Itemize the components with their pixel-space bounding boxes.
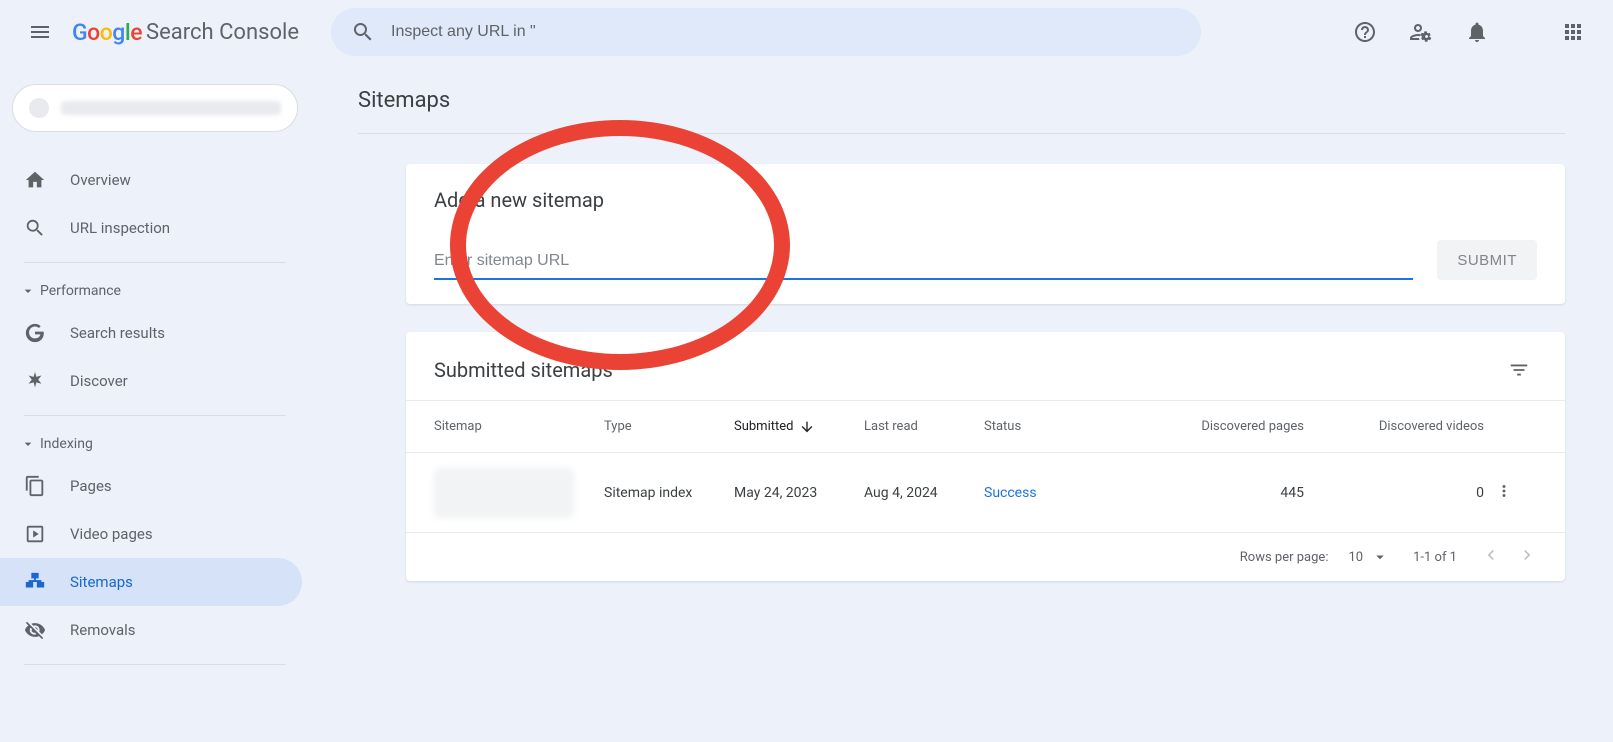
nav-label: Pages xyxy=(70,477,112,495)
chevron-down-icon xyxy=(20,283,36,299)
sitemap-url-input[interactable] xyxy=(434,244,1413,280)
prev-page-button[interactable] xyxy=(1481,545,1501,569)
add-sitemap-title: Add a new sitemap xyxy=(434,188,1537,212)
url-inspect-input[interactable] xyxy=(391,23,1181,41)
col-header-submitted[interactable]: Submitted xyxy=(734,419,864,435)
nav-pages[interactable]: Pages xyxy=(0,462,302,510)
sitemap-icon xyxy=(24,571,46,593)
menu-icon xyxy=(28,20,52,44)
sitemap-url-redacted xyxy=(434,468,574,518)
nav-search-results[interactable]: Search results xyxy=(0,309,302,357)
chevron-right-icon xyxy=(1517,545,1537,565)
bell-icon xyxy=(1465,20,1489,44)
nav-overview[interactable]: Overview xyxy=(0,156,302,204)
section-label: Indexing xyxy=(40,436,93,452)
nav-label: URL inspection xyxy=(70,219,170,237)
table-title: Submitted sitemaps xyxy=(434,358,613,382)
divider xyxy=(24,262,286,263)
nav-video-pages[interactable]: Video pages xyxy=(0,510,302,558)
help-button[interactable] xyxy=(1341,8,1389,56)
filter-icon xyxy=(1508,359,1530,381)
more-vert-icon xyxy=(1495,482,1513,500)
pagination-range: 1-1 of 1 xyxy=(1413,550,1457,565)
hamburger-menu-button[interactable] xyxy=(16,8,64,56)
nav-url-inspection[interactable]: URL inspection xyxy=(0,204,302,252)
nav-section-indexing[interactable]: Indexing xyxy=(0,426,310,462)
video-icon xyxy=(24,523,46,545)
chevron-down-icon[interactable] xyxy=(1371,548,1389,566)
cell-lastread: Aug 4, 2024 xyxy=(864,485,984,501)
nav-label: Sitemaps xyxy=(70,573,133,591)
user-settings-button[interactable] xyxy=(1397,8,1445,56)
cell-submitted: May 24, 2023 xyxy=(734,485,864,501)
search-icon xyxy=(24,217,46,239)
property-name-redacted xyxy=(61,101,281,115)
divider xyxy=(24,415,286,416)
visibility-off-icon xyxy=(24,619,46,641)
sidebar: Overview URL inspection Performance Sear… xyxy=(0,64,310,675)
property-favicon xyxy=(29,98,49,118)
main-content: Sitemaps Add a new sitemap SUBMIT Submit… xyxy=(310,64,1613,675)
arrow-down-icon xyxy=(799,419,815,435)
nav-label: Video pages xyxy=(70,525,153,543)
rows-per-page-label: Rows per page: xyxy=(1240,550,1329,565)
help-icon xyxy=(1353,20,1377,44)
nav-label: Removals xyxy=(70,621,136,639)
google-logo: Google xyxy=(72,19,142,46)
submit-sitemap-button[interactable]: SUBMIT xyxy=(1437,240,1537,280)
next-page-button[interactable] xyxy=(1517,545,1537,569)
col-header-type[interactable]: Type xyxy=(604,419,734,434)
pages-icon xyxy=(24,475,46,497)
search-icon xyxy=(351,20,375,44)
col-header-sitemap[interactable]: Sitemap xyxy=(434,419,604,434)
notifications-button[interactable] xyxy=(1453,8,1501,56)
divider xyxy=(24,664,286,665)
apps-grid-icon xyxy=(1561,20,1585,44)
submitted-sitemaps-card: Submitted sitemaps Sitemap Type Submitte… xyxy=(406,332,1565,581)
cell-disc-pages: 445 xyxy=(1124,485,1304,501)
cell-disc-videos: 0 xyxy=(1304,485,1484,501)
google-g-icon xyxy=(24,322,46,344)
nav-label: Search results xyxy=(70,324,165,342)
asterisk-icon xyxy=(24,370,46,392)
page-title: Sitemaps xyxy=(358,88,1565,113)
table-row[interactable]: Sitemap index May 24, 2023 Aug 4, 2024 S… xyxy=(406,452,1565,532)
apps-button[interactable] xyxy=(1549,8,1597,56)
section-label: Performance xyxy=(40,283,121,299)
nav-removals[interactable]: Removals xyxy=(0,606,302,654)
chevron-left-icon xyxy=(1481,545,1501,565)
property-selector[interactable] xyxy=(12,84,298,132)
add-sitemap-card: Add a new sitemap SUBMIT xyxy=(406,164,1565,304)
nav-sitemaps[interactable]: Sitemaps xyxy=(0,558,302,606)
table-header-row: Sitemap Type Submitted Last read Status … xyxy=(406,400,1565,452)
app-header: Google Search Console xyxy=(0,0,1613,64)
table-footer: Rows per page: 10 1-1 of 1 xyxy=(406,532,1565,581)
nav-section-performance[interactable]: Performance xyxy=(0,273,310,309)
col-header-status[interactable]: Status xyxy=(984,419,1124,434)
home-icon xyxy=(24,169,46,191)
brand-text: Search Console xyxy=(146,20,299,45)
col-header-submitted-label: Submitted xyxy=(734,419,793,434)
row-more-button[interactable] xyxy=(1484,482,1524,504)
col-header-lastread[interactable]: Last read xyxy=(864,419,984,434)
cell-type: Sitemap index xyxy=(604,485,734,501)
url-inspect-search[interactable] xyxy=(331,8,1201,56)
nav-label: Discover xyxy=(70,372,128,390)
nav-discover[interactable]: Discover xyxy=(0,357,302,405)
user-settings-icon xyxy=(1409,20,1433,44)
cell-status[interactable]: Success xyxy=(984,485,1124,501)
col-header-disc-pages[interactable]: Discovered pages xyxy=(1124,419,1304,434)
filter-button[interactable] xyxy=(1501,352,1537,388)
rows-per-page-value[interactable]: 10 xyxy=(1348,550,1363,565)
divider xyxy=(358,133,1565,134)
col-header-disc-videos[interactable]: Discovered videos xyxy=(1304,419,1484,434)
nav-label: Overview xyxy=(70,171,131,189)
brand[interactable]: Google Search Console xyxy=(72,19,299,46)
chevron-down-icon xyxy=(20,436,36,452)
